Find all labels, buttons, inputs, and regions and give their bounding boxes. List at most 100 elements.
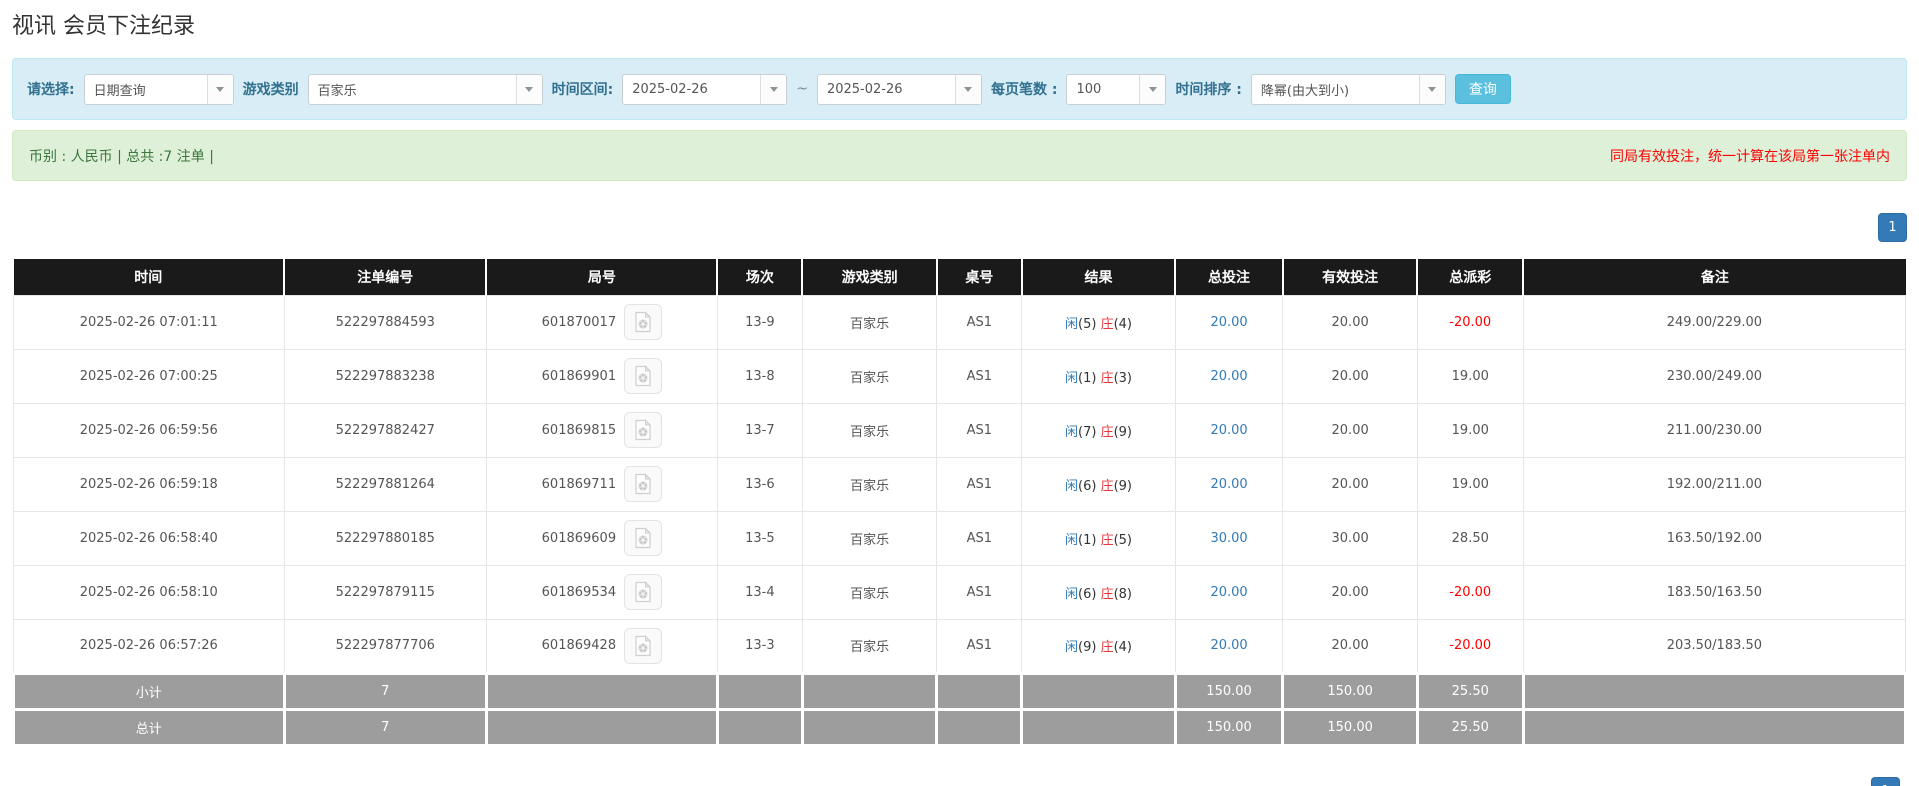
player-result: 闲 bbox=[1064, 316, 1078, 332]
round-cell: 601869609 bbox=[485, 510, 718, 566]
remark-cell: 230.00/249.00 bbox=[1522, 348, 1907, 404]
payout-cell: -20.00 bbox=[1416, 294, 1524, 350]
game-type-cell: 百家乐 bbox=[801, 564, 938, 620]
column-header: 场次 bbox=[716, 259, 803, 295]
footer-empty-cell bbox=[1521, 707, 1908, 747]
time-cell: 2025-02-26 06:58:40 bbox=[13, 510, 285, 566]
time-cell: 2025-02-26 07:00:25 bbox=[13, 348, 285, 404]
page-title: 视讯 会员下注纪录 bbox=[12, 14, 195, 39]
bet-id-cell: 522297879115 bbox=[283, 564, 487, 620]
remark-cell: 249.00/229.00 bbox=[1522, 294, 1907, 350]
bet-id-cell: 522297884593 bbox=[283, 294, 487, 350]
session-cell: 13-4 bbox=[716, 564, 803, 620]
video-replay-icon bbox=[635, 419, 652, 441]
date-to-input[interactable]: 2025-02-26 bbox=[816, 73, 982, 105]
total-bet-link[interactable]: 20.00 bbox=[1210, 369, 1247, 384]
footer-count-cell: 7 bbox=[282, 707, 488, 747]
footer-empty-cell bbox=[715, 707, 804, 747]
column-header: 总投注 bbox=[1174, 259, 1283, 295]
payout-cell: 19.00 bbox=[1416, 402, 1524, 458]
chevron-down-icon bbox=[515, 74, 542, 104]
video-replay-button[interactable] bbox=[624, 574, 663, 610]
video-replay-icon bbox=[635, 365, 652, 387]
video-replay-button[interactable] bbox=[624, 520, 663, 556]
total-bet-link[interactable]: 20.00 bbox=[1210, 315, 1247, 330]
game-type-cell: 百家乐 bbox=[801, 456, 938, 512]
video-replay-button[interactable] bbox=[624, 466, 663, 502]
total-bet-link[interactable]: 20.00 bbox=[1210, 585, 1247, 600]
page-button-1-bottom[interactable]: 1 bbox=[1871, 777, 1900, 786]
date-from-input[interactable]: 2025-02-26 bbox=[622, 73, 788, 105]
round-id: 601869901 bbox=[541, 368, 617, 384]
time-sort-select[interactable]: 降幂(由大到小) bbox=[1250, 73, 1446, 105]
total-bet-link[interactable]: 20.00 bbox=[1210, 638, 1247, 653]
bet-id-cell: 522297883238 bbox=[283, 348, 487, 404]
table-number-cell: AS1 bbox=[936, 402, 1023, 458]
round-cell: 601869711 bbox=[485, 456, 718, 512]
round-wrap: 601869609 bbox=[541, 520, 663, 556]
video-replay-button[interactable] bbox=[624, 412, 663, 448]
table-body: 2025-02-26 07:01:11 522297884593 601870017… bbox=[13, 294, 1907, 674]
payout-cell: -20.00 bbox=[1416, 618, 1524, 674]
footer-total-bet-cell: 150.00 bbox=[1173, 671, 1285, 711]
bet-id-cell: 522297880185 bbox=[283, 510, 487, 566]
session-cell: 13-5 bbox=[716, 510, 803, 566]
session-cell: 13-9 bbox=[716, 294, 803, 350]
banker-result: 庄 bbox=[1100, 370, 1114, 386]
round-cell: 601869901 bbox=[485, 348, 718, 404]
player-result: 闲 bbox=[1064, 640, 1078, 655]
game-type-cell: 百家乐 bbox=[801, 618, 938, 674]
column-header: 结果 bbox=[1020, 259, 1176, 295]
video-replay-button[interactable] bbox=[624, 304, 663, 340]
result-cell: 闲(5) 庄(4) bbox=[1021, 294, 1176, 350]
bet-id-cell: 522297881264 bbox=[283, 456, 487, 512]
result-cell: 闲(1) 庄(5) bbox=[1021, 510, 1176, 566]
remark-cell: 163.50/192.00 bbox=[1522, 510, 1907, 566]
footer-empty-cell bbox=[484, 671, 719, 711]
date-from-value: 2025-02-26 bbox=[632, 81, 708, 97]
search-button[interactable]: 查询 bbox=[1454, 74, 1511, 104]
video-replay-button[interactable] bbox=[624, 358, 663, 394]
total-bet-link[interactable]: 20.00 bbox=[1210, 423, 1247, 438]
table-row: 2025-02-26 06:58:40 522297880185 601869609… bbox=[13, 510, 1907, 566]
player-result: 闲 bbox=[1064, 586, 1078, 602]
summary-text: 币别 : 人民币 | 总共 :7 注单 | bbox=[29, 148, 214, 165]
column-header: 游戏类别 bbox=[801, 259, 937, 295]
video-replay-icon bbox=[635, 473, 652, 495]
footer-empty-cell bbox=[1020, 707, 1177, 747]
column-header: 备注 bbox=[1522, 259, 1906, 295]
payout-cell: -20.00 bbox=[1416, 564, 1524, 620]
page-button-1[interactable]: 1 bbox=[1878, 213, 1907, 242]
page-size-label: 每页笔数 : bbox=[990, 82, 1058, 98]
table-footer: 小计 7 150.00 150.00 25.50 总计 7 150.00 150.00 25.50 bbox=[12, 671, 1908, 747]
date-range-label: 时间区间: bbox=[551, 82, 614, 98]
footer-payout-cell: 25.50 bbox=[1415, 707, 1525, 747]
total-bet-cell: 30.00 bbox=[1174, 510, 1284, 566]
round-id: 601869609 bbox=[541, 530, 617, 546]
banker-result: 庄 bbox=[1100, 640, 1114, 655]
round-wrap: 601869815 bbox=[542, 412, 663, 448]
game-type-label: 游戏类别 bbox=[242, 82, 299, 98]
time-cell: 2025-02-26 06:59:18 bbox=[13, 456, 285, 512]
result-cell: 闲(9) 庄(4) bbox=[1021, 618, 1176, 674]
filter-type-select[interactable]: 日期查询 bbox=[83, 73, 234, 105]
round-cell: 601870017 bbox=[485, 294, 718, 350]
payout-cell: 28.50 bbox=[1416, 510, 1524, 566]
game-type-select[interactable]: 百家乐 bbox=[307, 73, 543, 105]
game-type-cell: 百家乐 bbox=[801, 294, 938, 350]
time-cell: 2025-02-26 06:59:56 bbox=[13, 402, 285, 458]
page-size-select[interactable]: 100 bbox=[1066, 73, 1167, 105]
pagination-top: 1 bbox=[12, 213, 1907, 242]
date-to-value: 2025-02-26 bbox=[826, 81, 903, 97]
banker-result: 庄 bbox=[1100, 316, 1114, 332]
total-bet-cell: 20.00 bbox=[1174, 294, 1284, 350]
round-wrap: 601869534 bbox=[542, 574, 663, 610]
summary-bar: 币别 : 人民币 | 总共 :7 注单 | 同局有效投注，统一计算在该局第一张注… bbox=[12, 130, 1907, 181]
video-replay-button[interactable] bbox=[624, 627, 663, 664]
total-bet-link[interactable]: 30.00 bbox=[1210, 531, 1247, 546]
table-row: 2025-02-26 06:59:18 522297881264 601869711… bbox=[13, 456, 1907, 512]
total-bet-link[interactable]: 20.00 bbox=[1210, 477, 1247, 492]
page-content: 视讯 会员下注纪录 请选择: 日期查询 游戏类别 百家乐 时间区间: 2025-… bbox=[12, 12, 1908, 747]
round-cell: 601869534 bbox=[485, 564, 718, 620]
game-type-cell: 百家乐 bbox=[801, 402, 938, 458]
